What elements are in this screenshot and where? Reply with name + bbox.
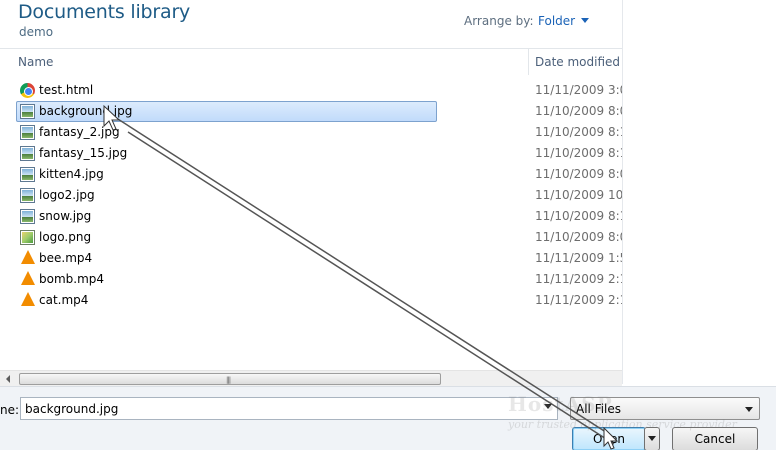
file-date: 11/10/2009 8:09 AM — [535, 104, 622, 118]
chevron-down-icon — [581, 18, 590, 23]
image-file-icon — [20, 146, 35, 161]
file-date: 11/10/2009 8:09 AM — [535, 167, 622, 181]
image-file-icon — [20, 125, 35, 140]
file-name: bomb.mp4 — [39, 272, 105, 286]
file-date: 11/10/2009 8:06 AM — [535, 230, 622, 244]
column-header-row: Name Date modified — [0, 48, 622, 75]
file-date: 11/11/2009 2:16 PM — [535, 272, 622, 286]
file-name: snow.jpg — [39, 209, 92, 223]
arrange-by-label: Arrange by: — [464, 14, 534, 28]
image-file-icon — [20, 104, 35, 119]
scroll-left-arrow-icon[interactable] — [2, 372, 16, 386]
file-row[interactable]: bee.mp4 11/11/2009 1:58 PM — [16, 248, 622, 269]
file-row[interactable]: logo.png 11/10/2009 8:06 AM — [16, 227, 622, 248]
horizontal-scrollbar[interactable]: ||| — [0, 370, 622, 386]
file-name-label: ne: — [0, 403, 20, 417]
file-date: 11/11/2009 2:16 PM — [535, 293, 622, 307]
watermark-logo: HostASP — [508, 392, 613, 416]
vlc-media-icon — [21, 250, 35, 264]
file-row[interactable]: bomb.mp4 11/11/2009 2:16 PM — [16, 269, 622, 290]
image-file-icon — [20, 188, 35, 203]
file-row[interactable]: fantasy_2.jpg 11/10/2009 8:11 AM — [16, 122, 622, 143]
file-name: test.html — [39, 83, 94, 97]
column-separator[interactable] — [528, 49, 529, 75]
grip-icon: ||| — [226, 376, 231, 384]
file-date: 11/11/2009 3:06 PM — [535, 83, 622, 97]
file-date: 11/10/2009 8:11 AM — [535, 125, 622, 139]
library-title: Documents library — [18, 1, 191, 23]
arrange-by-value: Folder — [538, 14, 576, 28]
chevron-down-icon — [745, 407, 753, 412]
file-row-selected[interactable]: background.jpg 11/10/2009 8:09 AM — [16, 101, 622, 122]
file-row[interactable]: cat.mp4 11/11/2009 2:16 PM — [16, 290, 622, 311]
vlc-media-icon — [21, 292, 35, 306]
image-file-icon — [20, 209, 35, 224]
library-subtitle: demo — [19, 25, 54, 39]
library-header: Documents library demo Arrange by: Folde… — [0, 0, 622, 48]
file-name: kitten4.jpg — [39, 167, 104, 181]
chrome-html-icon — [20, 83, 35, 98]
arrange-by-dropdown[interactable]: Folder — [538, 14, 590, 28]
file-name: logo.png — [39, 230, 92, 244]
image-file-icon — [20, 167, 35, 182]
file-name: fantasy_15.jpg — [39, 146, 128, 160]
file-list: test.html 11/11/2009 3:06 PM background.… — [0, 80, 622, 370]
file-name: logo2.jpg — [39, 188, 95, 202]
file-name: cat.mp4 — [39, 293, 89, 307]
file-name-input[interactable] — [20, 397, 558, 420]
column-header-name[interactable]: Name — [18, 55, 53, 69]
file-date: 11/10/2009 10:46 AM — [535, 188, 622, 202]
png-file-icon — [20, 230, 35, 245]
file-date: 11/10/2009 8:11 AM — [535, 209, 622, 223]
file-row[interactable]: fantasy_15.jpg 11/10/2009 8:12 AM — [16, 143, 622, 164]
file-row[interactable]: logo2.jpg 11/10/2009 10:46 AM — [16, 185, 622, 206]
preview-pane — [623, 0, 776, 384]
file-name: fantasy_2.jpg — [39, 125, 120, 139]
file-date: 11/10/2009 8:12 AM — [535, 146, 622, 160]
file-row[interactable]: snow.jpg 11/10/2009 8:11 AM — [16, 206, 622, 227]
file-row[interactable]: test.html 11/11/2009 3:06 PM — [16, 80, 622, 101]
file-name: background.jpg — [39, 104, 133, 118]
scrollbar-thumb[interactable]: ||| — [19, 373, 441, 385]
file-date: 11/11/2009 1:58 PM — [535, 251, 622, 265]
vlc-media-icon — [21, 271, 35, 285]
column-header-date-modified[interactable]: Date modified — [535, 55, 620, 69]
file-row[interactable]: kitten4.jpg 11/10/2009 8:09 AM — [16, 164, 622, 185]
file-name: bee.mp4 — [39, 251, 93, 265]
watermark-tagline: your trusted application service provide… — [508, 418, 737, 431]
